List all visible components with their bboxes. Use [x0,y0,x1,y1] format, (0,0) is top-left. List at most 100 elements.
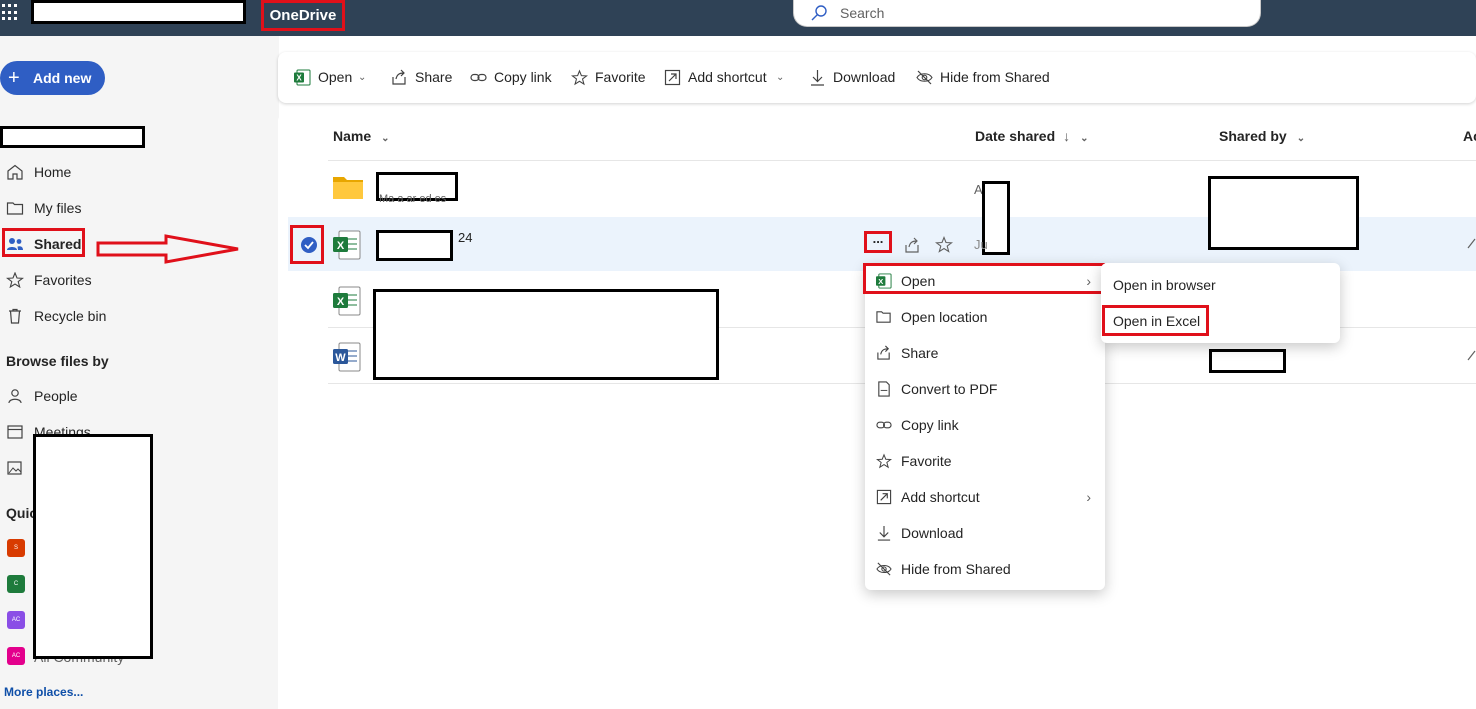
download-button[interactable]: Download [809,52,899,103]
more-places-link[interactable]: More places... [4,685,83,699]
column-header-name[interactable]: Name ⌄ [333,128,390,144]
pdf-icon [878,381,890,397]
row-divider [328,160,1476,161]
quick-access-badge[interactable]: S [7,539,25,557]
home-icon [7,164,23,180]
share-icon [877,345,890,360]
column-header-activity[interactable]: Ac [1463,128,1476,144]
hide-from-shared-button[interactable]: Hide from Shared [916,52,1056,103]
browse-heading: Browse files by [6,353,109,369]
share-icon[interactable] [904,237,921,254]
shortcut-icon [876,489,892,505]
copy-link-button[interactable]: Copy link [470,52,556,103]
column-header-shared-by[interactable]: Shared by ⌄ [1219,128,1305,144]
row-subtitle: Ma a ar ed es [379,193,447,205]
highlight-open-in-excel [1102,305,1209,336]
search-icon [811,5,827,21]
download-icon [811,70,824,86]
favorite-label: Favorite [595,69,646,85]
menu-item-label: Hide from Shared [901,561,1011,577]
svg-text:X: X [337,296,345,308]
favorite-button[interactable]: Favorite [571,52,649,103]
svg-text:X: X [337,240,345,252]
star-icon[interactable] [935,236,953,253]
menu-item-label: Favorite [901,453,952,469]
column-header-label: Shared by [1219,128,1287,144]
context-menu: X Open › Open location Share Convert to … [865,263,1105,590]
sidebar-item-label: Recycle bin [34,308,107,324]
calendar-icon [7,425,23,439]
person-icon [8,389,22,404]
highlight-checkbox [290,225,324,264]
redacted-account-name [0,126,145,148]
menu-item-open-in-browser[interactable]: Open in browser [1113,277,1216,293]
app-launcher-icon[interactable] [0,4,17,22]
shortcut-icon [664,69,681,86]
menu-item-label: Share [901,345,939,361]
sort-down-icon: ↓ [1063,128,1071,144]
quick-access-badge[interactable]: AC [7,611,25,629]
row-date: Ju [974,237,988,252]
plus-icon: + [8,67,20,89]
menu-item-label: Copy link [901,417,959,433]
top-bar: OneDrive Search [0,0,1476,36]
hide-icon [876,562,892,576]
command-bar: X Open ⌄ Share Copy link Favorite Add sh… [278,52,1476,103]
redacted-org-name [31,0,246,24]
chevron-down-icon: ⌄ [381,133,390,144]
sidebar-item-label: My files [34,200,82,216]
edit-icon [1467,238,1476,249]
column-header-date-shared[interactable]: Date shared ↓ ⌄ [975,128,1089,144]
star-icon [6,272,24,288]
row-name-suffix: 24 [458,230,473,245]
redacted-file-name [376,230,453,261]
menu-item-hide-from-shared[interactable]: Hide from Shared [865,551,1105,587]
menu-item-share[interactable]: Share [865,335,1105,371]
open-label: Open [318,69,353,85]
column-header-label: Date shared [975,128,1056,144]
redacted-file-names [373,289,719,380]
open-button[interactable]: X Open ⌄ [294,52,370,103]
menu-item-favorite[interactable]: Favorite [865,443,1105,479]
star-icon [571,69,588,86]
quick-access-badge[interactable]: AC [7,647,25,665]
sidebar-item-label: Favorites [34,272,92,288]
menu-item-label: Add shortcut [901,489,980,505]
chevron-down-icon: ⌄ [1296,133,1306,144]
arrow-annotation-icon [96,234,239,264]
word-file-icon: W [333,342,361,372]
image-icon [7,461,22,475]
folder-icon [6,202,24,215]
redacted-quick-access [33,434,153,659]
menu-item-open-location[interactable]: Open location [865,299,1105,335]
trash-icon [9,308,21,324]
link-icon [470,73,487,82]
download-label: Download [833,69,896,85]
share-label: Share [415,69,453,85]
add-new-label: Add new [33,70,92,86]
hide-icon [916,70,933,85]
add-shortcut-button[interactable]: Add shortcut ⌄ [664,52,788,103]
more-options-button[interactable]: ... [864,231,892,253]
redacted-shared-by [1208,176,1359,250]
share-button[interactable]: Share [391,52,453,103]
add-new-button[interactable]: + Add new [0,61,105,95]
search-box[interactable]: Search [793,0,1261,27]
menu-item-add-shortcut[interactable]: Add shortcut › [865,479,1105,515]
menu-item-convert-to-pdf[interactable]: Convert to PDF [865,371,1105,407]
folder-icon [333,177,363,199]
search-input[interactable]: Search [840,5,884,21]
menu-item-label: Open location [901,309,988,325]
highlight-open [863,263,1105,294]
chevron-down-icon: ⌄ [776,72,785,83]
excel-file-icon: X [333,286,361,316]
excel-icon: X [294,69,311,86]
svg-text:X: X [296,74,302,83]
quick-access-badge[interactable]: C [7,575,25,593]
menu-item-download[interactable]: Download [865,515,1105,551]
app-brand[interactable]: OneDrive [261,0,345,31]
share-icon [392,69,406,85]
menu-item-copy-link[interactable]: Copy link [865,407,1105,443]
add-shortcut-label: Add shortcut [688,69,767,85]
download-icon [877,525,891,541]
